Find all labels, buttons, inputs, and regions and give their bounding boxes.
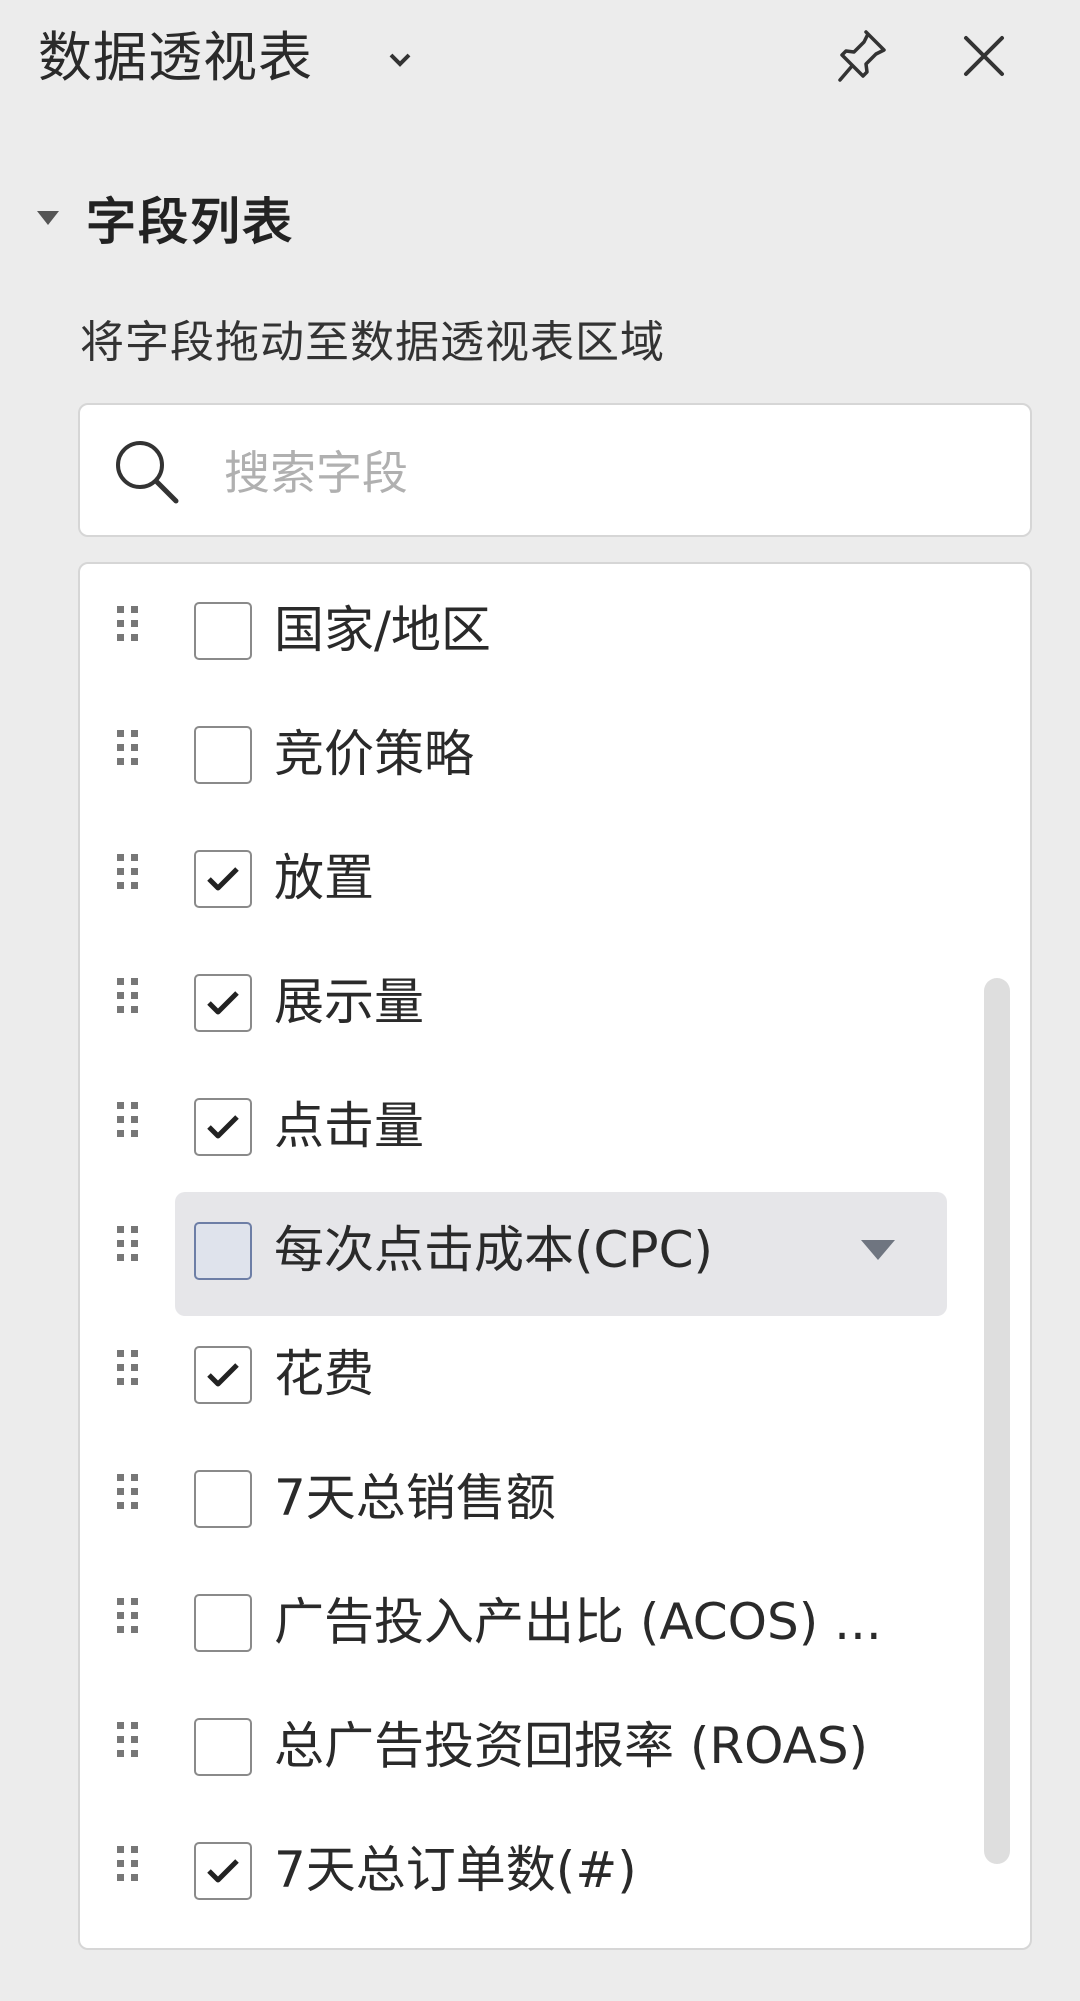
field-row[interactable]: 7天总销售额	[80, 1432, 1030, 1556]
field-label: 7天总订单数(#)	[274, 1841, 637, 1899]
field-label: 展示量	[274, 973, 424, 1031]
drag-handle-icon[interactable]	[116, 1098, 140, 1146]
field-checkbox[interactable]	[194, 1842, 252, 1900]
field-checkbox[interactable]	[194, 850, 252, 908]
field-label: 点击量	[274, 1097, 424, 1155]
field-checkbox[interactable]	[194, 1594, 252, 1652]
pivot-table-pane: 数据透视表 字段列表 将字段拖动至数据透视表区域 搜索字段 国家/地区 竞价策略…	[0, 0, 1080, 2001]
checkmark-icon	[206, 989, 240, 1017]
field-row[interactable]: 花费	[80, 1308, 1030, 1432]
drag-handle-icon[interactable]	[116, 850, 140, 898]
field-row[interactable]: 竞价策略	[80, 688, 1030, 812]
pane-title: 数据透视表	[38, 26, 313, 89]
field-checkbox[interactable]	[194, 602, 252, 660]
checkmark-icon	[206, 865, 240, 893]
checkmark-icon	[206, 1113, 240, 1141]
field-checkbox[interactable]	[194, 1098, 252, 1156]
drag-handle-icon[interactable]	[116, 1470, 140, 1518]
drag-handle-icon[interactable]	[116, 1594, 140, 1642]
drag-handle-icon[interactable]	[116, 1346, 140, 1394]
field-checkbox[interactable]	[194, 1222, 252, 1280]
close-icon[interactable]	[948, 20, 1020, 92]
scrollbar[interactable]	[984, 978, 1010, 1864]
drag-hint-text: 将字段拖动至数据透视表区域	[80, 317, 665, 368]
checkmark-icon	[206, 1361, 240, 1389]
drag-handle-icon[interactable]	[116, 726, 140, 774]
chevron-down-icon[interactable]	[380, 40, 420, 80]
field-label: 国家/地区	[274, 601, 491, 659]
field-label: 每次点击成本(CPC)	[274, 1221, 713, 1279]
field-label: 7天总销售额	[274, 1469, 556, 1527]
search-input[interactable]	[222, 427, 1006, 519]
field-row[interactable]: 每次点击成本(CPC)	[80, 1184, 1030, 1316]
field-row[interactable]: 总广告投资回报率 (ROAS)	[80, 1680, 1030, 1804]
drag-handle-icon[interactable]	[116, 1718, 140, 1766]
section-title: 字段列表	[86, 193, 294, 251]
field-checkbox[interactable]	[194, 974, 252, 1032]
field-dropdown-icon[interactable]	[848, 1220, 908, 1280]
field-list-section-toggle[interactable]: 字段列表	[30, 178, 294, 258]
field-row[interactable]: 放置	[80, 812, 1030, 936]
field-list: 国家/地区竞价策略放置展示量点击量每次点击成本(CPC) 花费 7天总销售额广告投入…	[78, 562, 1032, 1950]
search-icon	[112, 437, 182, 507]
field-checkbox[interactable]	[194, 1718, 252, 1776]
field-label: 总广告投资回报率 (ROAS)	[274, 1717, 869, 1775]
search-box[interactable]	[78, 403, 1032, 537]
drag-handle-icon[interactable]	[116, 1842, 140, 1890]
field-checkbox[interactable]	[194, 1470, 252, 1528]
field-label: 花费	[274, 1345, 374, 1403]
field-row[interactable]: 国家/地区	[80, 564, 1030, 688]
field-label: 放置	[274, 849, 374, 907]
field-row[interactable]: 7天总订单数(#)	[80, 1804, 1030, 1928]
field-row[interactable]: 广告投入产出比 (ACOS) ...	[80, 1556, 1030, 1680]
drag-handle-icon[interactable]	[116, 974, 140, 1022]
field-row[interactable]: 展示量	[80, 936, 1030, 1060]
field-checkbox[interactable]	[194, 726, 252, 784]
drag-handle-icon[interactable]	[116, 602, 140, 650]
field-row[interactable]: 点击量	[80, 1060, 1030, 1184]
field-label: 广告投入产出比 (ACOS) ...	[274, 1593, 882, 1651]
field-checkbox[interactable]	[194, 1346, 252, 1404]
checkmark-icon	[206, 1857, 240, 1885]
triangle-down-icon	[30, 200, 66, 236]
drag-handle-icon[interactable]	[116, 1222, 140, 1270]
pane-header: 数据透视表	[0, 0, 1080, 120]
field-label: 竞价策略	[274, 725, 474, 783]
pin-icon[interactable]	[826, 20, 898, 92]
